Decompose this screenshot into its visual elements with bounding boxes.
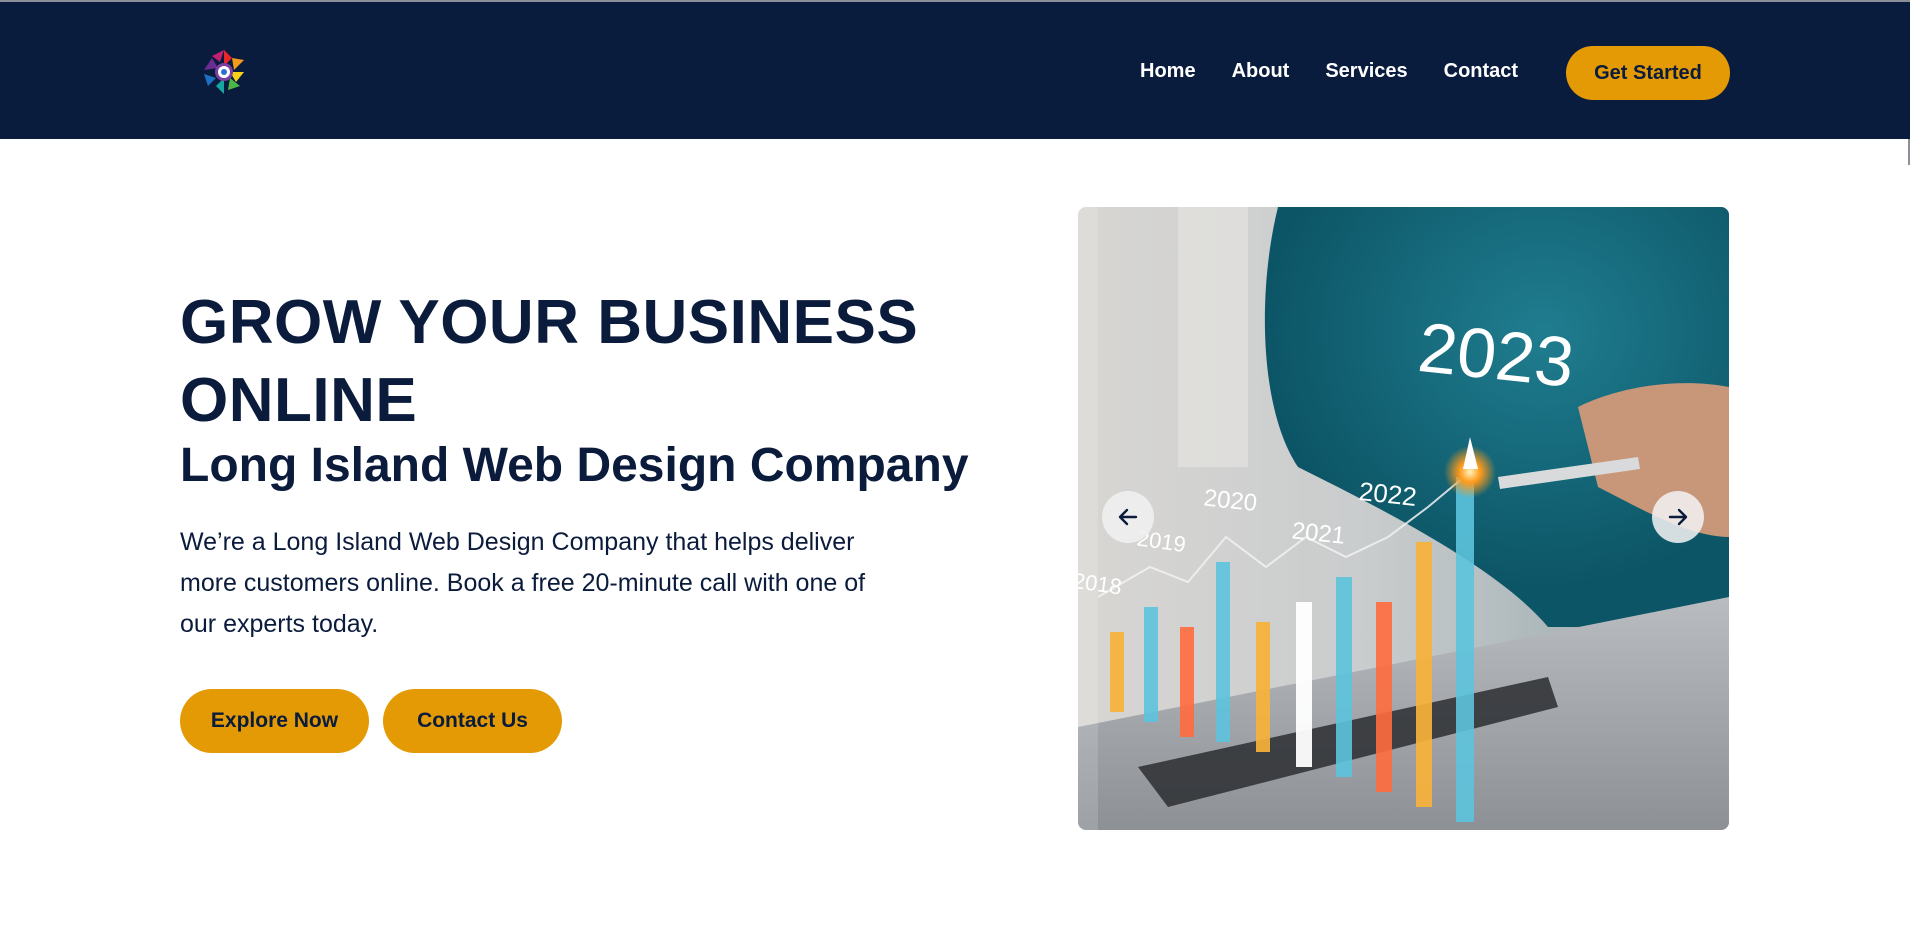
explore-now-button[interactable]: Explore Now: [180, 689, 369, 753]
arrow-left-icon: [1118, 508, 1138, 526]
hero-description: We’re a Long Island Web Design Company t…: [180, 528, 866, 638]
slider-prev-button[interactable]: [1102, 491, 1154, 543]
hero-subtitle: Long Island Web Design Company: [180, 439, 969, 492]
year-label-2022: 2022: [1357, 476, 1418, 512]
hero-image-slider: 2018 2019 2020 2021 2022 2023: [1078, 207, 1729, 830]
slider-next-button[interactable]: [1652, 491, 1704, 543]
site-header: Home About Services Contact Get Started: [0, 2, 1910, 139]
arrow-right-icon: [1668, 508, 1688, 526]
contact-us-button[interactable]: Contact Us: [383, 689, 562, 753]
nav-contact-link[interactable]: Contact: [1444, 58, 1518, 84]
get-started-button[interactable]: Get Started: [1566, 46, 1730, 100]
hero-title: GROW YOUR BUSINESS ONLINE: [180, 288, 919, 435]
year-label-2020: 2020: [1202, 485, 1258, 517]
nav-about-link[interactable]: About: [1232, 58, 1290, 84]
logo-icon[interactable]: [200, 48, 248, 96]
nav-home-link[interactable]: Home: [1140, 58, 1196, 84]
growth-chart-photo: 2018 2019 2020 2021 2022 2023: [1078, 207, 1729, 830]
main-nav: Home About Services Contact: [1140, 58, 1518, 84]
nav-services-link[interactable]: Services: [1325, 58, 1407, 84]
year-label-2021: 2021: [1290, 517, 1346, 549]
year-label-2023: 2023: [1415, 308, 1578, 402]
